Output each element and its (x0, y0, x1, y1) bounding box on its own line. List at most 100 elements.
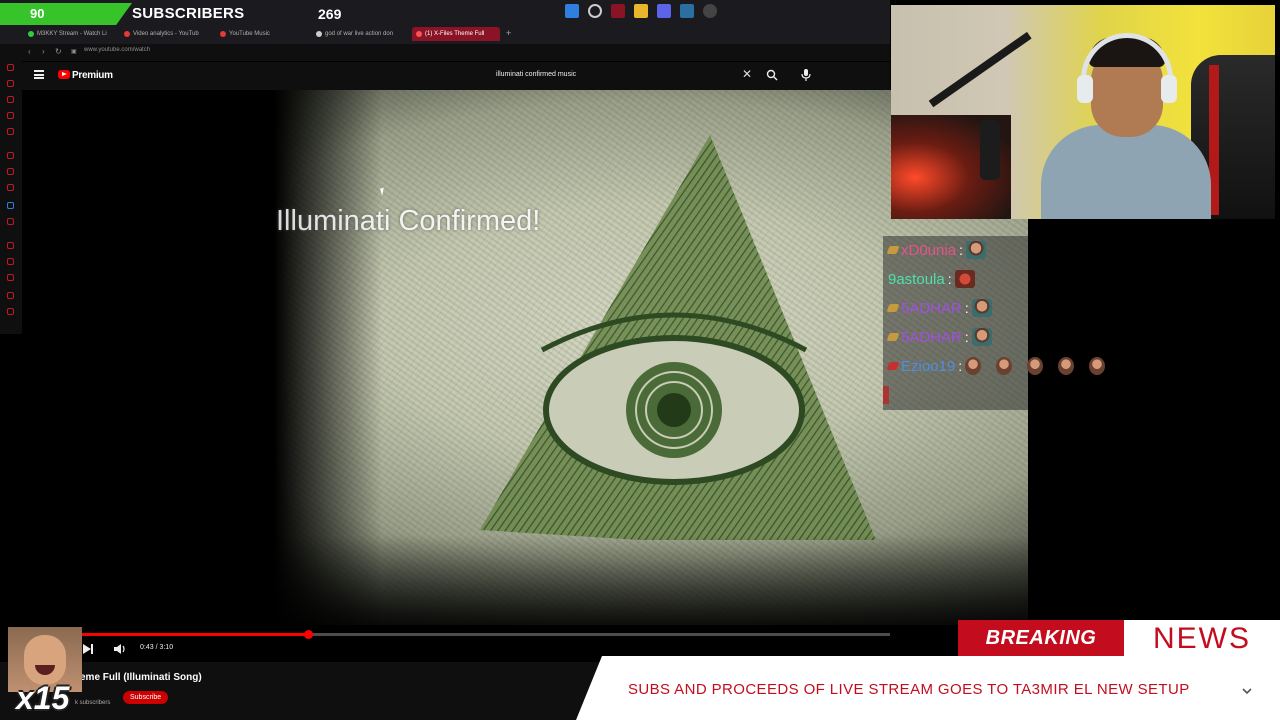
volume-icon[interactable] (113, 643, 126, 655)
webcam-headset-earcup (1161, 75, 1177, 103)
chat-badge-icon (886, 304, 900, 312)
sidebar-icon[interactable] (7, 112, 14, 119)
sidebar-icon[interactable] (7, 96, 14, 103)
steam-taskbar-icon[interactable] (680, 4, 694, 18)
reload-icon[interactable]: ↻ (55, 47, 62, 56)
sidebar-icon[interactable] (7, 80, 14, 87)
chat-pending-icon (883, 386, 889, 404)
url-text[interactable]: www.youtube.com/watch (84, 47, 150, 53)
discord-taskbar-icon[interactable] (657, 4, 671, 18)
subscriber-label: SUBSCRIBERS (132, 5, 245, 22)
subscriber-counter-bar (0, 3, 132, 25)
webcam-headset-earcup (1077, 75, 1093, 103)
tab-favicon-icon (28, 31, 34, 37)
windows-start-icon[interactable] (565, 4, 579, 18)
obs-taskbar-icon[interactable] (703, 4, 717, 18)
video-time-display: 0:43 / 3:10 (140, 644, 174, 651)
sidebar-icon[interactable] (7, 128, 14, 135)
browser-tab-active[interactable]: (1) X-Files Theme Full (412, 27, 500, 41)
chat-username: 9astoula (888, 270, 945, 288)
lock-icon: ▣ (71, 49, 77, 55)
taskbar-icons (565, 4, 717, 18)
tab-label: Video analytics - YouTub (133, 31, 199, 37)
forward-icon[interactable]: › (42, 47, 45, 56)
address-bar: ‹ › ↻ ▣ www.youtube.com/watch (0, 44, 890, 61)
youtube-premium-label[interactable]: Premium (72, 70, 113, 81)
webcam-microphone (980, 120, 1000, 180)
video-caption-text: Illuminati Confirmed! (276, 205, 541, 237)
chat-message: 5ADHAR : (886, 326, 992, 348)
chat-separator: : (964, 300, 969, 316)
back-icon[interactable]: ‹ (28, 47, 31, 56)
chat-separator: : (964, 329, 969, 345)
video-scrubber-handle[interactable] (304, 630, 314, 639)
chat-username: xD0unia (901, 241, 957, 259)
sidebar-icon[interactable] (7, 168, 14, 175)
sidebar-icon[interactable] (7, 242, 14, 249)
video-title: eme Full (Illuminati Song) (80, 672, 202, 683)
chat-badge-icon (886, 362, 900, 370)
subscribe-button[interactable]: Subscribe (123, 691, 169, 704)
chat-emote-icon (1058, 357, 1075, 375)
chat-emote-icon (965, 241, 986, 259)
chat-emote-icon (971, 299, 992, 317)
browser-tab[interactable]: M3KKY Stream - Watch Li (28, 27, 120, 41)
chevron-down-icon[interactable] (1240, 684, 1254, 698)
video-bottom-gradient (22, 535, 1028, 625)
browser-tab[interactable]: YouTube Music (220, 27, 312, 41)
webcam-mic-arm (928, 31, 1032, 108)
youtube-logo-icon[interactable] (58, 70, 70, 79)
search-icon[interactable] (766, 69, 778, 81)
subscriber-counter-overlay: 90 SUBSCRIBERS 269 (0, 3, 390, 25)
all-seeing-eye-pyramid (480, 135, 876, 540)
webcam-feed (891, 5, 1275, 219)
webcam-streamer-body (1041, 125, 1211, 219)
chat-emote-icon (971, 328, 992, 346)
video-player[interactable]: Illuminati Confirmed! (22, 90, 1028, 625)
subscriber-goal: 269 (318, 6, 342, 22)
video-progress-bar[interactable] (22, 630, 890, 639)
chat-emote-icon (954, 270, 975, 288)
folder-taskbar-icon[interactable] (634, 4, 648, 18)
sidebar-icon[interactable] (7, 184, 14, 191)
new-tab-icon[interactable]: + (506, 28, 511, 38)
chat-overlay: xD0unia : 9astoula : 5ADHAR : 5ADHAR : E… (883, 236, 1106, 410)
tab-favicon-icon (124, 31, 130, 37)
chat-badge-icon (886, 333, 900, 341)
sidebar-icon[interactable] (7, 202, 14, 209)
clear-search-icon[interactable]: ✕ (742, 67, 752, 81)
browser-sidebar (0, 44, 22, 334)
browser-taskbar-icon[interactable] (611, 4, 625, 18)
sidebar-icon[interactable] (7, 274, 14, 281)
sidebar-icon[interactable] (7, 258, 14, 265)
search-input[interactable]: illuminati confirmed music (490, 67, 758, 85)
next-video-icon[interactable] (82, 643, 94, 655)
chat-username: 5ADHAR (901, 328, 962, 346)
channel-subscriber-count: k subscribers (75, 700, 111, 706)
chat-separator: : (947, 271, 952, 287)
search-taskbar-icon[interactable] (588, 4, 602, 18)
browser-tab[interactable]: Video analytics - YouTub (124, 27, 216, 41)
sidebar-icon[interactable] (7, 308, 14, 315)
chat-message: Ezioo19 : (886, 355, 1106, 377)
chat-emote-icon (996, 357, 1013, 375)
microphone-icon[interactable] (800, 68, 812, 82)
tab-favicon-icon (316, 31, 322, 37)
menu-icon[interactable] (34, 70, 44, 79)
sidebar-icon[interactable] (7, 292, 14, 299)
chat-emote-icon (1089, 357, 1106, 375)
chat-emote-icon (1027, 357, 1044, 375)
sidebar-icon[interactable] (7, 218, 14, 225)
player-controls: 0:43 / 3:10 (22, 640, 890, 658)
tab-favicon-icon (220, 31, 226, 37)
emote-multiplier: x15 (16, 680, 70, 716)
chat-badge-icon (886, 246, 900, 254)
chat-emote-icon (965, 357, 982, 375)
sidebar-icon[interactable] (7, 64, 14, 71)
browser-tab[interactable]: god of war live action don (316, 27, 408, 41)
tab-favicon-icon (416, 31, 422, 37)
news-ticker: SUBS AND PROCEEDS OF LIVE STREAM GOES TO… (576, 656, 1280, 720)
chat-message: 9astoula : (888, 268, 975, 290)
sidebar-icon[interactable] (7, 152, 14, 159)
chat-message: xD0unia : (886, 239, 986, 261)
